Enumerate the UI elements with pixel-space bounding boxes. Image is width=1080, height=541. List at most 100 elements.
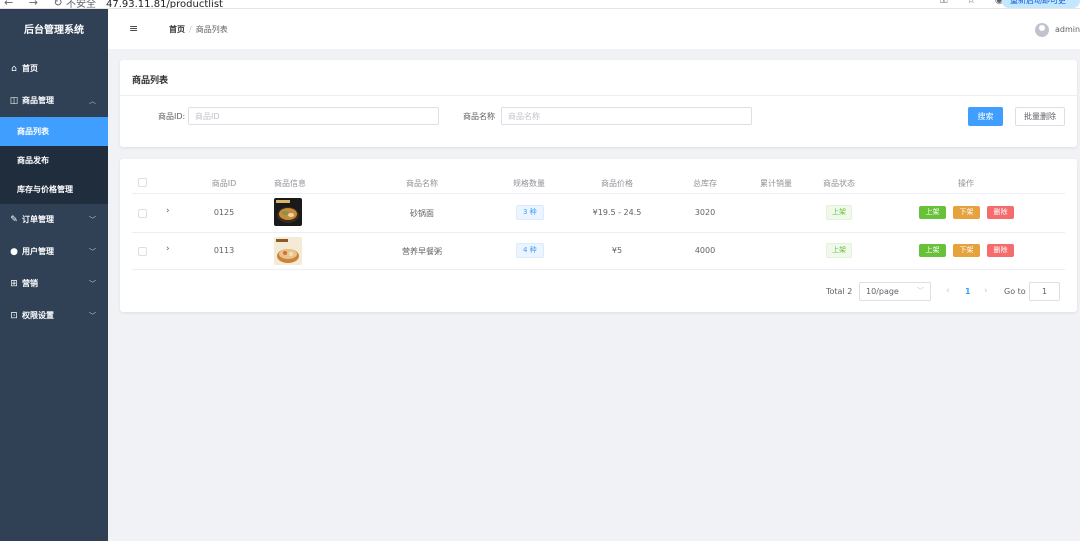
search-button[interactable]: 搜索 xyxy=(968,107,1003,126)
filter-card: 商品列表 商品ID: 商品名称 搜索 批量删除 xyxy=(120,60,1077,147)
sidebar-item-permissions[interactable]: ⊡ 权限设置 ﹀ xyxy=(0,300,108,332)
sidebar-item-product-publish[interactable]: 商品发布 xyxy=(0,146,108,175)
product-name-cell: 营养早餐粥 xyxy=(402,247,442,256)
stock-cell: 3020 xyxy=(694,208,716,217)
column-header: 商品信息 xyxy=(274,179,306,188)
address-bar[interactable]: 不安全 47.93.11.81/productlist xyxy=(66,0,223,9)
list-off-button[interactable]: 下架 xyxy=(953,244,980,257)
breadcrumb-separator: / xyxy=(189,25,192,34)
order-icon: ✎ xyxy=(10,215,18,225)
prev-page-icon[interactable]: ‹ xyxy=(946,286,950,296)
browser-toolbar: ← → ↻ 不安全 47.93.11.81/productlist ⚿ ☆ ◉ 重… xyxy=(0,0,1080,9)
status-badge: 上架 xyxy=(826,243,852,258)
status-badge: 上架 xyxy=(826,205,852,220)
row-checkbox[interactable] xyxy=(138,247,147,256)
breadcrumb-current: 商品列表 xyxy=(195,25,228,34)
product-id-input[interactable] xyxy=(188,107,439,125)
url-text: 47.93.11.81/productlist xyxy=(106,0,223,9)
sidebar-brand: 后台管理系统 xyxy=(24,25,84,36)
app-root: ← → ↻ 不安全 47.93.11.81/productlist ⚿ ☆ ◉ 重… xyxy=(0,0,1080,541)
product-name-label: 商品名称 xyxy=(463,112,495,121)
price-cell: ¥19.5 - 24.5 xyxy=(592,208,642,217)
sidebar-item-label: 订单管理 xyxy=(22,215,54,224)
username[interactable]: admin xyxy=(1055,25,1080,34)
sidebar-item-users[interactable]: ● 用户管理 ﹀ xyxy=(0,236,108,268)
chevron-up-icon: ︿ xyxy=(89,97,96,105)
home-icon: ⌂ xyxy=(11,64,17,74)
spec-count-tag: 3 种 xyxy=(516,205,544,220)
sidebar-item-label: 商品管理 xyxy=(22,96,54,105)
select-all-checkbox[interactable] xyxy=(138,178,147,187)
product-id-cell: 0113 xyxy=(213,246,235,255)
goto-label: Go to xyxy=(1004,287,1026,296)
chevron-down-icon: ﹀ xyxy=(917,287,924,295)
sidebar-item-product-list[interactable]: 商品列表 xyxy=(0,117,108,146)
chevron-down-icon: ﹀ xyxy=(89,312,96,320)
product-thumbnail xyxy=(274,198,302,226)
column-header: 总库存 xyxy=(693,179,717,188)
stock-cell: 4000 xyxy=(694,246,716,255)
column-header: 操作 xyxy=(958,179,974,188)
sidebar-item-marketing[interactable]: ⊞ 营销 ﹀ xyxy=(0,268,108,300)
chevron-down-icon: ﹀ xyxy=(89,216,96,224)
column-header: 规格数量 xyxy=(513,179,545,188)
sidebar-item-label: 用户管理 xyxy=(22,247,54,256)
security-label: 不安全 xyxy=(66,0,96,9)
top-header: ≡ 首页 / 商品列表 admin xyxy=(108,9,1080,49)
batch-delete-button[interactable]: 批量删除 xyxy=(1015,107,1065,126)
current-page-number[interactable]: 1 xyxy=(965,287,971,296)
page-size-select[interactable]: 10/page ﹀ xyxy=(859,282,931,301)
shopping-bag-icon: ◫ xyxy=(9,96,19,106)
list-on-button[interactable]: 上架 xyxy=(919,206,946,219)
column-header: 商品名称 xyxy=(406,179,438,188)
page-title: 商品列表 xyxy=(132,76,169,86)
goto-page-input[interactable] xyxy=(1029,282,1060,301)
delete-button[interactable]: 删除 xyxy=(987,244,1014,257)
expand-row-icon[interactable]: › xyxy=(166,244,170,254)
column-header: 商品ID xyxy=(211,179,237,188)
product-id-label: 商品ID: xyxy=(158,112,186,121)
sidebar-item-product-management[interactable]: ◫ 商品管理 ︿ xyxy=(0,85,108,117)
gift-icon: ⊞ xyxy=(10,279,18,289)
chevron-down-icon: ﹀ xyxy=(89,280,96,288)
list-off-button[interactable]: 下架 xyxy=(953,206,980,219)
product-table-card: 商品ID 商品信息 商品名称 规格数量 商品价格 总库存 累计销量 商品状态 操… xyxy=(120,159,1077,312)
column-header: 商品状态 xyxy=(823,179,855,188)
product-name-cell: 砂锅面 xyxy=(410,209,434,218)
table-divider xyxy=(132,193,1065,194)
sidebar-item-orders[interactable]: ✎ 订单管理 ﹀ xyxy=(0,204,108,236)
sidebar-item-stock-price[interactable]: 库存与价格管理 xyxy=(0,175,108,204)
column-header: 累计销量 xyxy=(760,179,792,188)
sidebar-item-label: 首页 xyxy=(22,64,38,73)
next-page-icon[interactable]: › xyxy=(984,286,988,296)
avatar-icon[interactable] xyxy=(1035,23,1049,37)
product-thumbnail xyxy=(274,237,302,265)
breadcrumb: 首页 / 商品列表 xyxy=(169,24,228,35)
product-id-cell: 0125 xyxy=(213,208,235,217)
sidebar-item-label: 营销 xyxy=(22,279,38,288)
chevron-down-icon: ﹀ xyxy=(89,248,96,256)
product-name-input[interactable] xyxy=(501,107,752,125)
pagination-total: Total 2 xyxy=(826,287,853,296)
breadcrumb-home[interactable]: 首页 xyxy=(169,25,185,34)
price-cell: ¥5 xyxy=(611,246,623,255)
lock-icon: ⊡ xyxy=(10,311,18,321)
card-divider xyxy=(120,95,1077,96)
sidebar: 后台管理系统 ⌂ 首页 ◫ 商品管理 ︿ 商品列表 商品发布 库存与价格管理 ✎ 订单… xyxy=(0,9,108,541)
sidebar-submenu-products: 商品列表 商品发布 库存与价格管理 xyxy=(0,117,108,204)
sidebar-item-home[interactable]: ⌂ 首页 xyxy=(0,53,108,85)
browser-nav-icons[interactable]: ← → ↻ xyxy=(4,0,69,8)
browser-action-icons[interactable]: ⚿ ☆ ◉ xyxy=(940,0,1012,6)
list-on-button[interactable]: 上架 xyxy=(919,244,946,257)
column-header: 商品价格 xyxy=(601,179,633,188)
table-divider xyxy=(132,269,1065,270)
expand-row-icon[interactable]: › xyxy=(166,206,170,216)
page-size-value: 10/page xyxy=(866,287,899,296)
browser-update-button[interactable]: 重新启动即可更新 ⋮ xyxy=(1002,0,1080,8)
spec-count-tag: 4 种 xyxy=(516,243,544,258)
row-checkbox[interactable] xyxy=(138,209,147,218)
table-divider xyxy=(132,232,1065,233)
hamburger-menu-icon[interactable]: ≡ xyxy=(129,22,138,35)
sidebar-item-label: 权限设置 xyxy=(22,311,54,320)
delete-button[interactable]: 删除 xyxy=(987,206,1014,219)
